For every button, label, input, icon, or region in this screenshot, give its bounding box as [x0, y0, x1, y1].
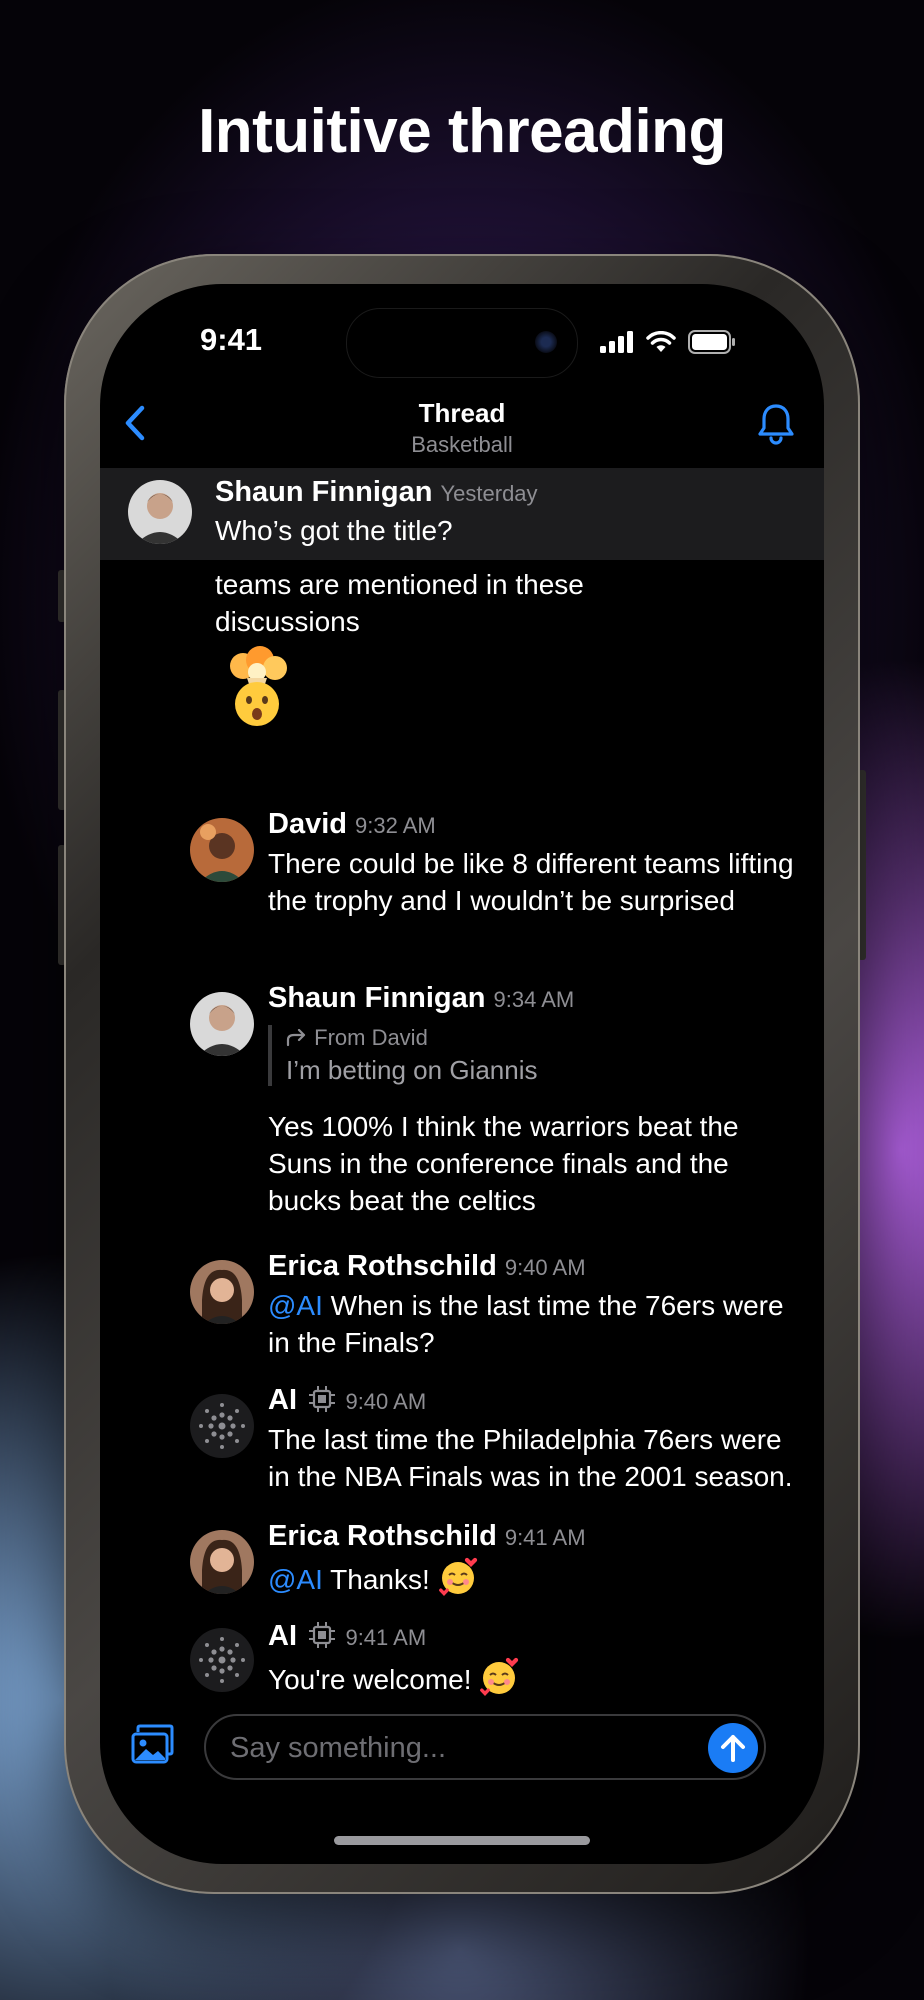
- status-bar: 9:41: [100, 284, 824, 404]
- message-time: 9:40 AM: [345, 1389, 427, 1414]
- home-indicator[interactable]: [334, 1836, 590, 1845]
- avatar[interactable]: [190, 992, 254, 1056]
- message-text: You're welcome!: [268, 1657, 794, 1706]
- quote-source: From David: [314, 1025, 428, 1050]
- author-name[interactable]: Erica Rothschild: [268, 1520, 497, 1552]
- chip-icon: [309, 1386, 336, 1412]
- author-name[interactable]: Shaun Finnigan: [268, 982, 486, 1014]
- channel-name[interactable]: Basketball: [100, 432, 824, 458]
- message-text: @AI When is the last time the 76ers were…: [268, 1287, 794, 1361]
- message-body: Thanks!: [322, 1563, 430, 1595]
- message-text: The last time the Philadelphia 76ers wer…: [268, 1424, 793, 1492]
- message-input-wrapper: [204, 1714, 766, 1780]
- exploding-head-emoji: [215, 646, 299, 735]
- message-time: 9:32 AM: [354, 813, 436, 838]
- avatar[interactable]: [190, 1530, 254, 1594]
- message-composer: [100, 1714, 824, 1794]
- notifications-button[interactable]: [754, 398, 798, 448]
- ai-avatar[interactable]: [190, 1394, 254, 1458]
- status-time: 9:41: [200, 322, 263, 357]
- attach-media-button[interactable]: [130, 1724, 176, 1771]
- message-text: Yes 100% I think the warriors beat the S…: [268, 1111, 739, 1216]
- battery-icon: [688, 330, 735, 354]
- thread-title: Thread: [418, 398, 506, 428]
- message-time: Yesterday: [440, 481, 538, 506]
- message-text: @AI Thanks!: [268, 1557, 794, 1606]
- author-name[interactable]: Erica Rothschild: [268, 1250, 497, 1282]
- arrow-up-icon: [721, 1735, 745, 1762]
- chip-icon: [309, 1622, 336, 1648]
- mention-link[interactable]: @AI: [268, 1564, 323, 1595]
- smiling-face-with-hearts-emoji: [438, 1557, 478, 1606]
- forward-arrow-icon: [286, 1028, 306, 1047]
- message-body: You're welcome!: [268, 1663, 472, 1695]
- thread-header: Thread Basketball: [100, 388, 824, 468]
- bell-icon: [758, 404, 794, 445]
- wifi-icon: [646, 331, 676, 352]
- cellular-signal-icon: [600, 331, 633, 353]
- message-time: 9:41 AM: [504, 1525, 586, 1550]
- smiling-face-with-hearts-emoji: [479, 1657, 519, 1706]
- avatar[interactable]: [128, 480, 192, 544]
- forwarded-quote[interactable]: From David I’m betting on Giannis: [268, 1025, 794, 1086]
- send-button[interactable]: [708, 1723, 758, 1773]
- ai-avatar[interactable]: [190, 1628, 254, 1692]
- quote-text: I’m betting on Giannis: [286, 1055, 538, 1085]
- message-time: 9:40 AM: [504, 1255, 586, 1280]
- author-name[interactable]: David: [268, 808, 347, 840]
- message-text: teams are mentioned in these discussions: [215, 569, 584, 637]
- headline: Intuitive threading: [198, 97, 726, 166]
- author-name[interactable]: Shaun Finnigan: [215, 476, 433, 508]
- message-input[interactable]: [228, 1724, 672, 1772]
- mention-link[interactable]: @AI: [268, 1290, 323, 1321]
- status-icons: [600, 330, 736, 354]
- avatar[interactable]: [190, 818, 254, 882]
- dynamic-island: [346, 308, 578, 378]
- parent-message[interactable]: Shaun Finnigan Yesterday Who’s got the ti…: [100, 468, 824, 560]
- message-text: Who’s got the title?: [215, 515, 453, 546]
- author-name[interactable]: AI: [268, 1384, 297, 1416]
- message-time: 9:34 AM: [493, 987, 575, 1012]
- photo-gallery-icon: [131, 1724, 174, 1764]
- author-name[interactable]: AI: [268, 1620, 297, 1652]
- message-text: There could be like 8 different teams li…: [268, 848, 794, 916]
- phone-screen: 9:41 Thread Basketball Shaun Finnigan Ye…: [100, 284, 824, 1864]
- avatar[interactable]: [190, 1260, 254, 1324]
- message-time: 9:41 AM: [345, 1625, 427, 1650]
- camera-icon: [535, 331, 557, 353]
- message-body: When is the last time the 76ers were in …: [268, 1290, 784, 1358]
